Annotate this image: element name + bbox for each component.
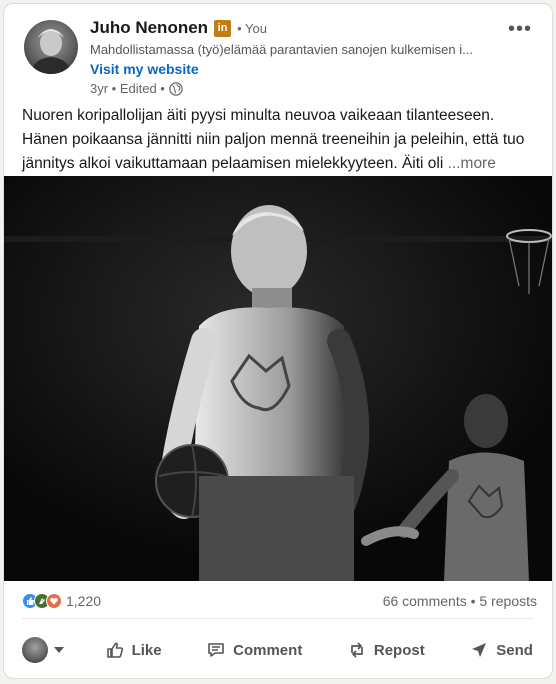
visit-website-link[interactable]: Visit my website [90, 61, 199, 77]
post-image[interactable] [4, 176, 552, 581]
more-horizontal-icon[interactable]: ••• [508, 18, 532, 41]
author-avatar[interactable] [24, 20, 78, 74]
social-counts: 1,220 66 comments • 5 reposts [22, 590, 537, 612]
send-button[interactable]: Send [465, 634, 537, 666]
comments-reposts-count[interactable]: 66 comments • 5 reposts [383, 593, 537, 609]
repost-button[interactable]: Repost [343, 634, 429, 666]
post-text: Nuoren koripallolijan äiti pyysi minulta… [22, 104, 537, 176]
basketball-photo [4, 176, 552, 581]
divider [22, 618, 534, 619]
send-label: Send [496, 641, 533, 659]
love-reaction-icon [46, 593, 62, 609]
post-card: Juho Nenonen in • You Mahdollistamassa (… [3, 3, 553, 679]
reactions-summary[interactable]: 1,220 [22, 593, 101, 609]
reaction-count[interactable]: 1,220 [66, 593, 101, 609]
repost-icon [351, 642, 363, 658]
repost-label: Repost [373, 641, 425, 659]
author-photo [30, 29, 72, 74]
see-more-button[interactable]: ...more [448, 155, 496, 172]
send-icon [472, 643, 487, 657]
actor-avatar [22, 637, 48, 663]
comment-button[interactable]: Comment [202, 634, 306, 666]
you-label: • You [237, 20, 267, 36]
like-button[interactable]: Like [101, 634, 166, 666]
thumbs-up-icon [106, 642, 123, 658]
author-headline: Mahdollistamassa (työ)elämää parantavien… [90, 42, 473, 57]
chevron-down-icon [54, 647, 64, 653]
post-age-label: 3yr • Edited • [90, 81, 165, 96]
comment-label: Comment [233, 641, 303, 659]
author-name[interactable]: Juho Nenonen [90, 18, 208, 38]
linkedin-badge-icon: in [214, 19, 232, 37]
comment-icon [208, 643, 224, 657]
post-meta: 3yr • Edited • [90, 81, 183, 96]
author-line: Juho Nenonen in • You [90, 18, 267, 38]
action-bar: Like Comment Repost Send [22, 630, 537, 670]
globe-icon [169, 81, 183, 96]
like-label: Like [131, 641, 162, 659]
reaction-actor-selector[interactable] [22, 637, 64, 663]
